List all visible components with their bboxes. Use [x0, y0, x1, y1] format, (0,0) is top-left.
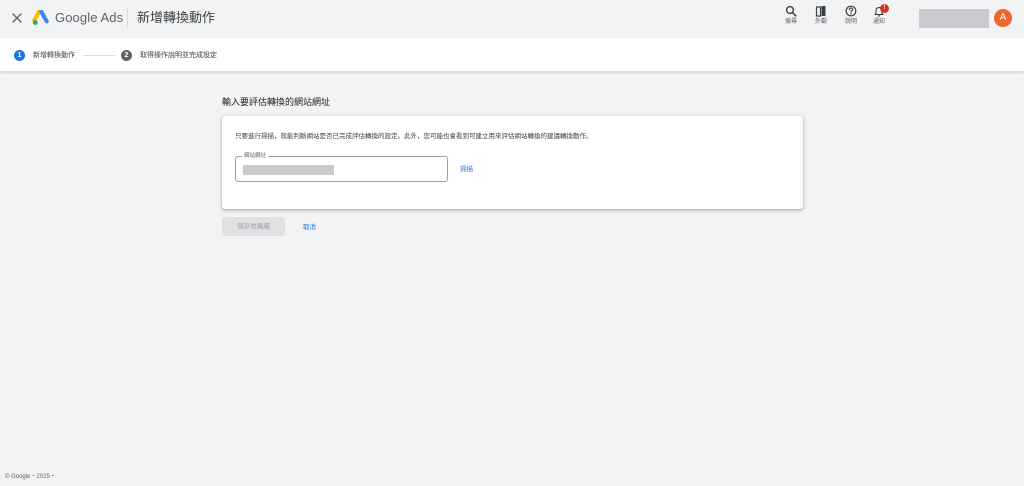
- search-tool-button[interactable]: 搜尋: [778, 5, 804, 33]
- appearance-tool-button[interactable]: 外觀: [808, 5, 834, 33]
- search-tool-label: 搜尋: [784, 19, 797, 25]
- header-divider: [127, 8, 128, 29]
- appearance-icon: [815, 6, 826, 17]
- help-tool-label: 說明: [844, 19, 857, 25]
- step-2-number: 2: [121, 50, 132, 61]
- close-icon[interactable]: [9, 10, 25, 26]
- product-name: Google Ads: [55, 10, 124, 25]
- card-description: 只要進行掃描，就能判斷網站是否已完成評估轉換的設定。此外，您可能也會看到可建立用…: [235, 133, 593, 140]
- website-url-label: 網站網址: [242, 152, 269, 160]
- step-1-label: 新增轉換動作: [33, 52, 75, 59]
- account-selector[interactable]: [919, 9, 989, 28]
- page-title: 新增轉換動作: [137, 10, 216, 25]
- website-url-field[interactable]: 網站網址: [235, 152, 448, 182]
- step-1[interactable]: 1 新增轉換動作: [14, 50, 75, 61]
- cancel-button[interactable]: 取消: [303, 223, 316, 232]
- step-2-label: 取得操作說明並完成設定: [140, 52, 217, 59]
- google-ads-logo-icon: [32, 10, 49, 25]
- url-card: 只要進行掃描，就能判斷網站是否已完成評估轉換的設定。此外，您可能也會看到可建立用…: [222, 116, 803, 209]
- step-1-number: 1: [14, 50, 25, 61]
- notifications-tool-button[interactable]: ! 通知: [866, 4, 892, 33]
- stepper: 1 新增轉換動作 2 取得操作說明並完成設定: [0, 38, 1024, 72]
- footer-copyright: © Google・2025・: [5, 474, 56, 480]
- scan-button[interactable]: 掃描: [460, 165, 473, 174]
- avatar[interactable]: A: [994, 9, 1012, 27]
- appearance-tool-label: 外觀: [814, 19, 827, 25]
- save-and-continue-button[interactable]: 儲存並繼續: [222, 217, 285, 236]
- notifications-tool-label: 通知: [872, 19, 885, 25]
- top-app-bar: Google Ads 新增轉換動作 搜尋 外觀 說明 ! 通知 A: [0, 0, 1024, 38]
- section-title: 輸入要評估轉換的網站網址: [222, 97, 331, 107]
- search-icon: [785, 5, 797, 17]
- website-url-value-redacted: [243, 165, 334, 175]
- notification-badge: !: [880, 4, 889, 13]
- step-connector: [83, 55, 115, 56]
- help-tool-button[interactable]: 說明: [838, 5, 864, 33]
- step-2[interactable]: 2 取得操作說明並完成設定: [121, 50, 217, 61]
- help-icon: [845, 5, 857, 17]
